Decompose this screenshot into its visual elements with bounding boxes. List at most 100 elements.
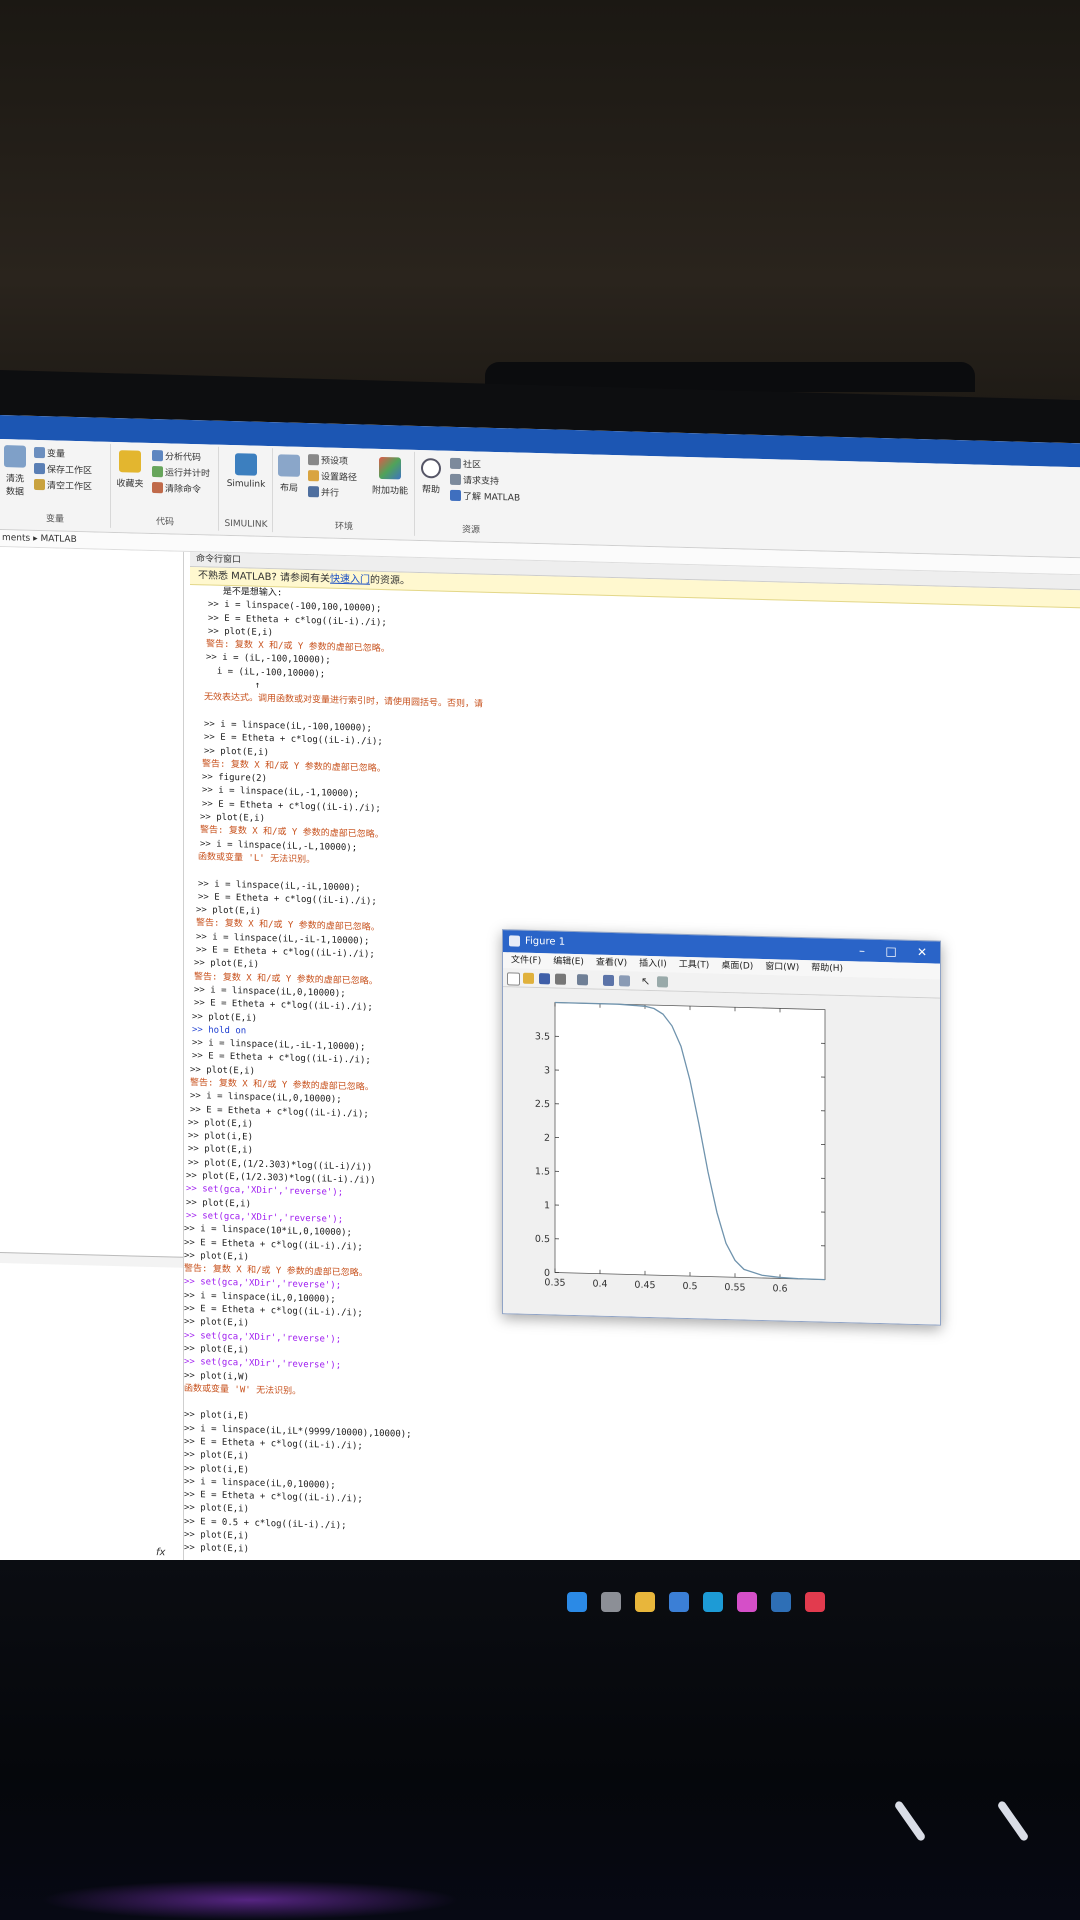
gear-icon — [308, 454, 319, 466]
edge-icon[interactable] — [703, 1592, 723, 1612]
wall-background — [0, 0, 1080, 400]
y-tick-label: 0 — [544, 1268, 550, 1279]
community-button[interactable]: 社区 — [450, 457, 481, 471]
preferences-button[interactable]: 预设项 — [308, 453, 348, 467]
line-chart[interactable]: 0.35 0.4 0.45 0.5 0.55 0.6 0 0.5 1 1.5 2 2.5 3 3.5 — [503, 987, 940, 1324]
clear-commands-icon — [152, 481, 163, 494]
menu-desktop[interactable]: 桌面(D) — [721, 961, 753, 972]
x-tick-label: 0.45 — [634, 1280, 655, 1292]
menu-window[interactable]: 窗口(W) — [765, 962, 799, 973]
ribbon-group-label-variable: 变量 — [45, 514, 64, 525]
quick-start-link[interactable]: 快速入门 — [330, 574, 370, 586]
minimize-icon[interactable]: – — [848, 939, 876, 962]
ribbon-group-code: 收藏夹 分析代码 运行并计时 清除命令 代码 — [112, 443, 219, 531]
y-tick-label: 3 — [544, 1065, 550, 1076]
x-tick-label: 0.4 — [592, 1279, 607, 1290]
learn-matlab-button[interactable]: 了解 MATLAB — [450, 489, 520, 504]
y-tick-label: 2.5 — [535, 1099, 550, 1110]
desk-rgb-glow — [40, 1880, 460, 1920]
pointer-icon[interactable]: ↖ — [641, 975, 652, 988]
community-icon — [450, 457, 461, 470]
parallel-menu[interactable]: 并行 — [308, 485, 339, 499]
menu-tools[interactable]: 工具(T) — [679, 960, 710, 971]
analyze-code-icon — [152, 449, 163, 462]
new-figure-icon[interactable] — [507, 972, 520, 986]
ribbon-group-simulink: Simulink SIMULINK — [220, 446, 273, 533]
save-workspace-icon — [34, 462, 45, 475]
legend-icon[interactable] — [619, 975, 630, 987]
banner-text: 不熟悉 MATLAB? 请参阅有关 — [198, 570, 330, 585]
clear-workspace-icon — [34, 478, 45, 491]
x-tick-label: 0.35 — [544, 1277, 565, 1289]
copilot-icon[interactable] — [737, 1592, 757, 1612]
analyze-code-button[interactable]: 分析代码 — [152, 449, 201, 463]
help-icon — [421, 458, 441, 479]
menu-edit[interactable]: 编辑(E) — [553, 956, 584, 967]
ribbon-group-label-environment: 环境 — [334, 521, 353, 533]
ribbon-group-resources: 帮助 社区 请求支持 了解 MATLAB 资源 — [416, 452, 526, 539]
clean-data-button[interactable]: 清洗 数据 — [2, 445, 28, 498]
clear-workspace-button[interactable]: 清空工作区 — [34, 478, 92, 492]
simulink-icon — [235, 453, 257, 476]
save-workspace-button[interactable]: 保存工作区 — [34, 462, 92, 476]
windows-start-icon[interactable] — [567, 1592, 587, 1612]
figure-title: Figure 1 — [525, 935, 566, 948]
x-tick-label: 0.6 — [772, 1283, 787, 1294]
add-ons-button[interactable]: 附加功能 — [370, 456, 410, 497]
matlab-icon[interactable] — [771, 1592, 791, 1612]
fx-prompt-icon: fx — [156, 1547, 166, 1559]
support-icon — [450, 473, 461, 486]
simulink-button[interactable]: Simulink — [224, 453, 268, 490]
x-tick-label: 0.5 — [682, 1281, 697, 1292]
y-tick-label: 3.5 — [535, 1031, 550, 1042]
menu-view[interactable]: 查看(V) — [596, 958, 627, 969]
y-tick-label: 1 — [544, 1200, 550, 1211]
windows-taskbar — [540, 1586, 840, 1620]
menu-file[interactable]: 文件(F) — [511, 955, 541, 966]
current-folder-panel — [0, 547, 184, 1565]
maximize-icon[interactable]: □ — [877, 940, 905, 963]
figure-plot-area: 0.35 0.4 0.45 0.5 0.55 0.6 0 0.5 1 1.5 2 2.5 3 3.5 — [503, 987, 940, 1325]
y-tick-label: 1.5 — [535, 1166, 550, 1177]
ribbon-group-label-code: 代码 — [155, 517, 174, 528]
request-support-button[interactable]: 请求支持 — [450, 473, 499, 487]
set-path-button[interactable]: 设置路径 — [308, 469, 357, 483]
monitor-screen: 清洗 数据 变量 保存工作区 清空工作区 变量 收藏夹 分析代码 运行并计时 清… — [0, 415, 1080, 1589]
favorites-button[interactable]: 收藏夹 — [114, 450, 146, 490]
run-and-time-button[interactable]: 运行并计时 — [152, 465, 210, 479]
menu-help[interactable]: 帮助(H) — [811, 963, 843, 974]
save-icon[interactable] — [539, 973, 550, 985]
clear-commands-button[interactable]: 清除命令 — [152, 481, 201, 495]
variable-menu[interactable]: 变量 — [34, 446, 65, 460]
figure-window[interactable]: Figure 1 – □ ✕ 文件(F) 编辑(E) 查看(V) 插入(I) 工具(T)… — [502, 929, 941, 1326]
learn-icon — [450, 489, 461, 502]
folder-icon — [308, 470, 319, 482]
figure-logo-icon — [509, 935, 520, 947]
variable-icon — [34, 446, 45, 459]
parallel-icon — [308, 486, 319, 498]
print-icon[interactable] — [555, 973, 566, 985]
clean-data-icon — [4, 445, 26, 468]
banner-text-end: 的资源。 — [369, 574, 410, 587]
layout-button[interactable]: 布局 — [276, 454, 302, 494]
help-button[interactable]: 帮助 — [418, 458, 444, 496]
music-icon[interactable] — [805, 1592, 825, 1612]
file-explorer-icon[interactable] — [635, 1592, 655, 1612]
star-icon — [119, 450, 141, 473]
y-tick-label: 0.5 — [535, 1234, 550, 1245]
layout-icon — [278, 454, 300, 477]
workspace-panel-divider[interactable] — [0, 1252, 183, 1268]
x-tick-label: 0.55 — [724, 1282, 745, 1294]
ribbon-group-environment: 布局 预设项 设置路径 并行 附加功能 环境 — [274, 448, 415, 536]
link-plot-icon[interactable] — [577, 974, 588, 986]
colorbar-icon[interactable] — [603, 974, 614, 987]
store-icon[interactable] — [669, 1592, 689, 1612]
property-editor-icon[interactable] — [657, 976, 668, 988]
run-and-time-icon — [152, 465, 163, 478]
menu-insert[interactable]: 插入(I) — [639, 959, 667, 970]
task-view-icon[interactable] — [601, 1592, 621, 1612]
y-tick-label: 2 — [544, 1133, 550, 1144]
ribbon-group-variable: 清洗 数据 变量 保存工作区 清空工作区 变量 — [0, 441, 111, 528]
close-icon[interactable]: ✕ — [908, 941, 936, 964]
open-file-icon[interactable] — [523, 972, 534, 984]
